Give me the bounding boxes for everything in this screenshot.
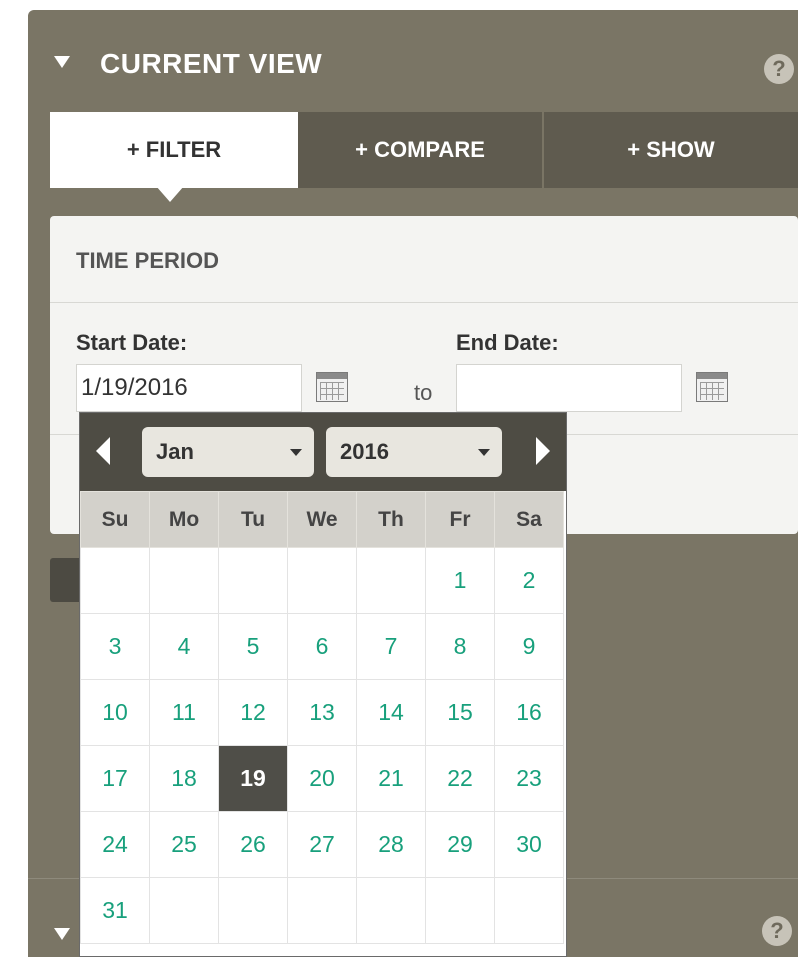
chevron-down-icon bbox=[290, 449, 302, 456]
calendar-day[interactable]: 18 bbox=[149, 745, 219, 812]
start-date-calendar-icon[interactable] bbox=[316, 372, 348, 402]
weekday-row: Su Mo Tu We Th Fr Sa bbox=[80, 491, 564, 548]
calendar-day[interactable]: 4 bbox=[149, 613, 219, 680]
tab-show[interactable]: + SHOW bbox=[544, 112, 798, 188]
help-icon[interactable]: ? bbox=[764, 54, 794, 84]
month-select-value: Jan bbox=[156, 439, 194, 464]
calendar-grid: Su Mo Tu We Th Fr Sa 1 2 3 4 5 6 7 8 9 10 11 12 13 14 15 16 17… bbox=[80, 491, 564, 944]
calendar-day[interactable]: 31 bbox=[80, 877, 150, 944]
calendar-empty-cell bbox=[356, 547, 426, 614]
calendar-day[interactable]: 12 bbox=[218, 679, 288, 746]
calendar-week-row: 12 bbox=[80, 547, 564, 614]
calendar-day[interactable]: 30 bbox=[494, 811, 564, 878]
calendar-empty-cell bbox=[218, 547, 288, 614]
datepicker-popup: Jan 2016 Su Mo Tu We Th Fr Sa 1 2 3 4 5 6 7 8 9 10 11 12 1… bbox=[79, 412, 567, 957]
calendar-empty-cell bbox=[356, 877, 426, 944]
calendar-day[interactable]: 20 bbox=[287, 745, 357, 812]
end-date-calendar-icon[interactable] bbox=[696, 372, 728, 402]
year-select-value: 2016 bbox=[340, 439, 389, 464]
panel-header[interactable]: CURRENT VIEW ? bbox=[28, 10, 798, 110]
calendar-day[interactable]: 16 bbox=[494, 679, 564, 746]
calendar-week-row: 17 18 19 20 21 22 23 bbox=[80, 745, 564, 812]
start-date-input[interactable] bbox=[76, 364, 302, 412]
calendar-empty-cell bbox=[149, 877, 219, 944]
calendar-day[interactable]: 6 bbox=[287, 613, 357, 680]
calendar-week-row: 24 25 26 27 28 29 30 bbox=[80, 811, 564, 878]
weekday-header: Sa bbox=[494, 491, 564, 548]
calendar-day[interactable]: 7 bbox=[356, 613, 426, 680]
calendar-day[interactable]: 3 bbox=[80, 613, 150, 680]
calendar-day[interactable]: 14 bbox=[356, 679, 426, 746]
calendar-empty-cell bbox=[494, 877, 564, 944]
calendar-body: 1 2 3 4 5 6 7 8 9 10 11 12 13 14 15 16 17 18 19 20 21 22 23 24 2… bbox=[80, 547, 564, 944]
calendar-empty-cell bbox=[149, 547, 219, 614]
calendar-empty-cell bbox=[287, 547, 357, 614]
calendar-day[interactable]: 9 bbox=[494, 613, 564, 680]
calendar-empty-cell bbox=[425, 877, 495, 944]
calendar-empty-cell bbox=[218, 877, 288, 944]
calendar-day[interactable]: 23 bbox=[494, 745, 564, 812]
hidden-button-edge[interactable] bbox=[50, 558, 80, 602]
tab-filter[interactable]: + FILTER bbox=[50, 112, 298, 188]
start-date-label: Start Date: bbox=[76, 330, 188, 355]
calendar-day[interactable]: 1 bbox=[425, 547, 495, 614]
calendar-day[interactable]: 13 bbox=[287, 679, 357, 746]
calendar-day[interactable]: 5 bbox=[218, 613, 288, 680]
month-select[interactable]: Jan bbox=[142, 427, 314, 477]
weekday-header: Su bbox=[80, 491, 150, 548]
end-date-input[interactable] bbox=[456, 364, 682, 412]
calendar-day[interactable]: 2 bbox=[494, 547, 564, 614]
calendar-day[interactable]: 11 bbox=[149, 679, 219, 746]
time-period-heading: TIME PERIOD bbox=[76, 248, 220, 273]
calendar-day[interactable]: 10 bbox=[80, 679, 150, 746]
prev-month-icon[interactable] bbox=[96, 437, 110, 465]
collapse-triangle-icon[interactable] bbox=[54, 56, 70, 68]
weekday-header: Mo bbox=[149, 491, 219, 548]
calendar-day[interactable]: 8 bbox=[425, 613, 495, 680]
calendar-day[interactable]: 24 bbox=[80, 811, 150, 878]
calendar-empty-cell bbox=[287, 877, 357, 944]
weekday-header: Fr bbox=[425, 491, 495, 548]
calendar-week-row: 3456789 bbox=[80, 613, 564, 680]
datepicker-header: Jan 2016 bbox=[80, 413, 566, 491]
card-divider bbox=[50, 302, 798, 303]
weekday-header: Th bbox=[356, 491, 426, 548]
calendar-day[interactable]: 22 bbox=[425, 745, 495, 812]
calendar-day[interactable]: 27 bbox=[287, 811, 357, 878]
to-label: to bbox=[414, 380, 433, 405]
calendar-day-selected[interactable]: 19 bbox=[218, 745, 288, 812]
calendar-day[interactable]: 15 bbox=[425, 679, 495, 746]
year-select[interactable]: 2016 bbox=[326, 427, 502, 477]
calendar-day[interactable]: 26 bbox=[218, 811, 288, 878]
end-date-label: End Date: bbox=[456, 330, 559, 355]
weekday-header: Tu bbox=[218, 491, 288, 548]
calendar-day[interactable]: 28 bbox=[356, 811, 426, 878]
calendar-day[interactable]: 25 bbox=[149, 811, 219, 878]
calendar-week-row: 31 bbox=[80, 877, 564, 944]
collapse-triangle-icon[interactable] bbox=[54, 928, 70, 940]
tab-bar: + FILTER + COMPARE + SHOW bbox=[50, 112, 798, 188]
next-month-icon[interactable] bbox=[536, 437, 550, 465]
active-tab-pointer bbox=[156, 186, 184, 202]
help-icon[interactable]: ? bbox=[762, 916, 792, 946]
calendar-week-row: 10 11 12 13 14 15 16 bbox=[80, 679, 564, 746]
weekday-header: We bbox=[287, 491, 357, 548]
panel-title: CURRENT VIEW bbox=[100, 48, 323, 79]
chevron-down-icon bbox=[478, 449, 490, 456]
calendar-day[interactable]: 21 bbox=[356, 745, 426, 812]
calendar-empty-cell bbox=[80, 547, 150, 614]
calendar-day[interactable]: 17 bbox=[80, 745, 150, 812]
calendar-day[interactable]: 29 bbox=[425, 811, 495, 878]
tab-compare[interactable]: + COMPARE bbox=[298, 112, 542, 188]
